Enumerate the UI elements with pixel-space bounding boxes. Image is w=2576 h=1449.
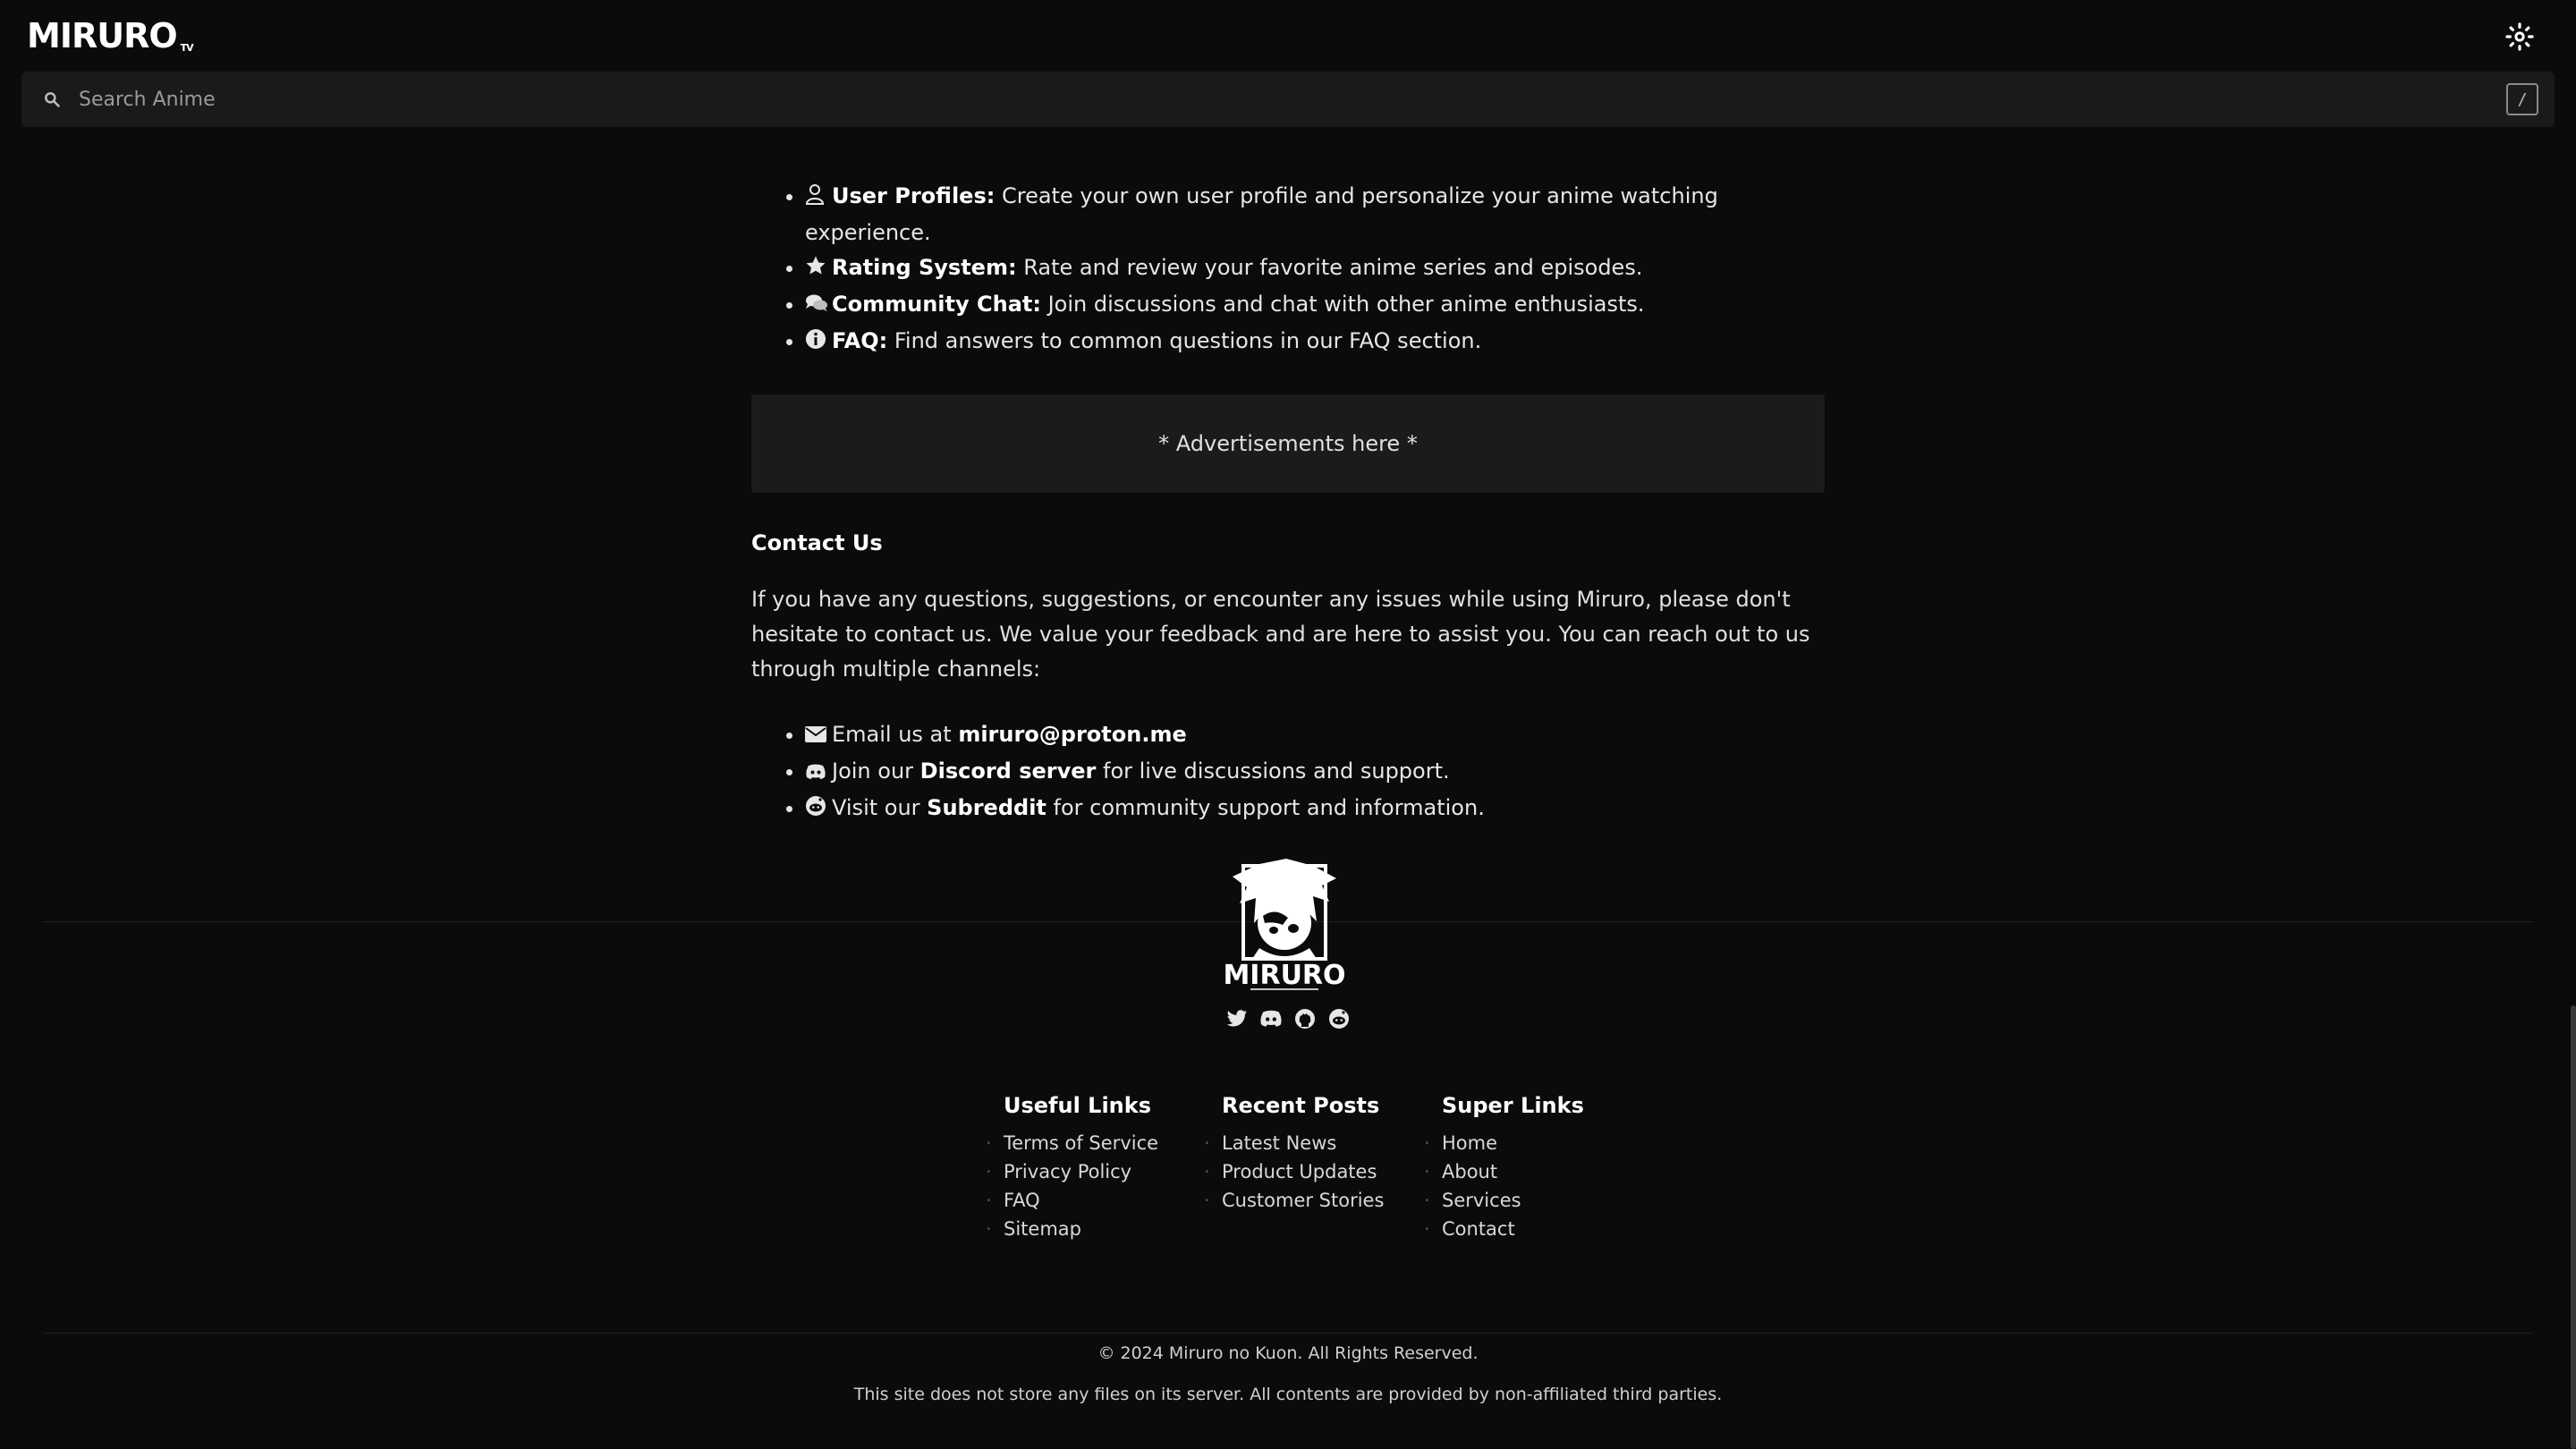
theme-toggle-button[interactable] xyxy=(2504,21,2535,52)
chat-icon xyxy=(805,289,832,324)
list-item: User Profiles: Create your own user prof… xyxy=(805,179,1825,250)
feature-title: FAQ: xyxy=(832,328,888,353)
disclaimer-text: This site does not store any files on it… xyxy=(853,1385,1723,1404)
footer-link[interactable]: Terms of Service xyxy=(986,1129,1158,1157)
github-icon[interactable] xyxy=(1293,1007,1317,1030)
footer-link[interactable]: Services xyxy=(1424,1186,1584,1215)
contact-list: Email us at miruro@proton.me Join our Di… xyxy=(751,717,1825,827)
sun-icon xyxy=(2505,22,2534,51)
footer-column-recent-posts: Recent Posts Latest News Product Updates… xyxy=(1204,1093,1384,1215)
subreddit-link[interactable]: Subreddit xyxy=(927,795,1046,820)
feature-title: Community Chat: xyxy=(832,292,1041,317)
user-icon xyxy=(805,181,832,216)
feature-text: Find answers to common questions in our … xyxy=(887,328,1482,353)
contact-description: If you have any questions, suggestions, … xyxy=(751,587,1810,682)
footer-link[interactable]: FAQ xyxy=(986,1186,1158,1215)
footer-column-useful-links: Useful Links Terms of Service Privacy Po… xyxy=(986,1093,1158,1243)
list-item: Visit our Subreddit for community suppor… xyxy=(805,791,1825,827)
contact-text: Visit our xyxy=(832,795,928,820)
footer-column-title: Useful Links xyxy=(1004,1093,1152,1118)
twitter-icon[interactable] xyxy=(1225,1007,1249,1030)
footer-link[interactable]: About xyxy=(1424,1157,1584,1186)
discord-icon xyxy=(805,756,832,791)
reddit-icon xyxy=(805,792,832,827)
footer-column-super-links: Super Links Home About Services Contact xyxy=(1424,1093,1584,1243)
list-item: Rating System: Rate and review your favo… xyxy=(805,250,1825,287)
contact-text: for community support and information. xyxy=(1046,795,1485,820)
contact-title: Contact Us xyxy=(751,530,883,555)
footer-link[interactable]: Customer Stories xyxy=(1204,1186,1384,1215)
footer-mascot-logo[interactable]: MIRURO xyxy=(1223,859,1346,995)
reddit-icon[interactable] xyxy=(1327,1007,1351,1030)
search-shortcut-hint: / xyxy=(2506,83,2538,115)
footer-column-title: Recent Posts xyxy=(1222,1093,1380,1118)
list-item: Community Chat: Join discussions and cha… xyxy=(805,287,1825,324)
social-links xyxy=(1225,1007,1351,1030)
footer-bottom-divider xyxy=(43,1333,2533,1334)
email-link[interactable]: miruro@proton.me xyxy=(958,722,1186,747)
logo-text: MIRURO xyxy=(27,16,178,55)
contact-text: for live discussions and support. xyxy=(1096,758,1450,784)
logo-suffix: TV xyxy=(180,42,194,54)
site-logo[interactable]: MIRURO TV xyxy=(27,16,194,55)
main-content: User Profiles: Create your own user prof… xyxy=(751,179,1825,827)
feature-title: Rating System: xyxy=(832,255,1017,280)
envelope-icon xyxy=(805,719,832,754)
footer-link[interactable]: Product Updates xyxy=(1204,1157,1384,1186)
contact-text: Email us at xyxy=(832,722,959,747)
discord-link[interactable]: Discord server xyxy=(920,758,1097,784)
list-item: Join our Discord server for live discuss… xyxy=(805,754,1825,791)
copyright-text: © 2024 Miruro no Kuon. All Rights Reserv… xyxy=(1097,1343,1479,1363)
top-bar: MIRURO TV xyxy=(0,0,2576,72)
footer-column-title: Super Links xyxy=(1442,1093,1584,1118)
list-item: Email us at miruro@proton.me xyxy=(805,717,1825,754)
contact-text: Join our xyxy=(832,758,920,784)
advertisement-box: * Advertisements here * xyxy=(751,394,1825,493)
footer-link[interactable]: Privacy Policy xyxy=(986,1157,1158,1186)
footer-link[interactable]: Home xyxy=(1424,1129,1584,1157)
features-list: User Profiles: Create your own user prof… xyxy=(751,179,1825,360)
info-icon xyxy=(805,326,832,360)
footer-link[interactable]: Sitemap xyxy=(986,1215,1158,1243)
star-icon xyxy=(805,252,832,287)
search-input[interactable] xyxy=(79,72,2506,127)
feature-title: User Profiles: xyxy=(832,183,996,208)
feature-text: Join discussions and chat with other ani… xyxy=(1040,292,1645,317)
discord-icon[interactable] xyxy=(1259,1007,1283,1030)
scrollbar-thumb[interactable] xyxy=(2571,1005,2576,1449)
footer-link[interactable]: Contact xyxy=(1424,1215,1584,1243)
mascot-label: MIRURO xyxy=(1224,960,1345,991)
search-bar: / xyxy=(21,72,2555,127)
search-icon xyxy=(25,72,79,127)
list-item: FAQ: Find answers to common questions in… xyxy=(805,324,1825,360)
feature-text: Rate and review your favorite anime seri… xyxy=(1016,255,1643,280)
footer-link[interactable]: Latest News xyxy=(1204,1129,1384,1157)
